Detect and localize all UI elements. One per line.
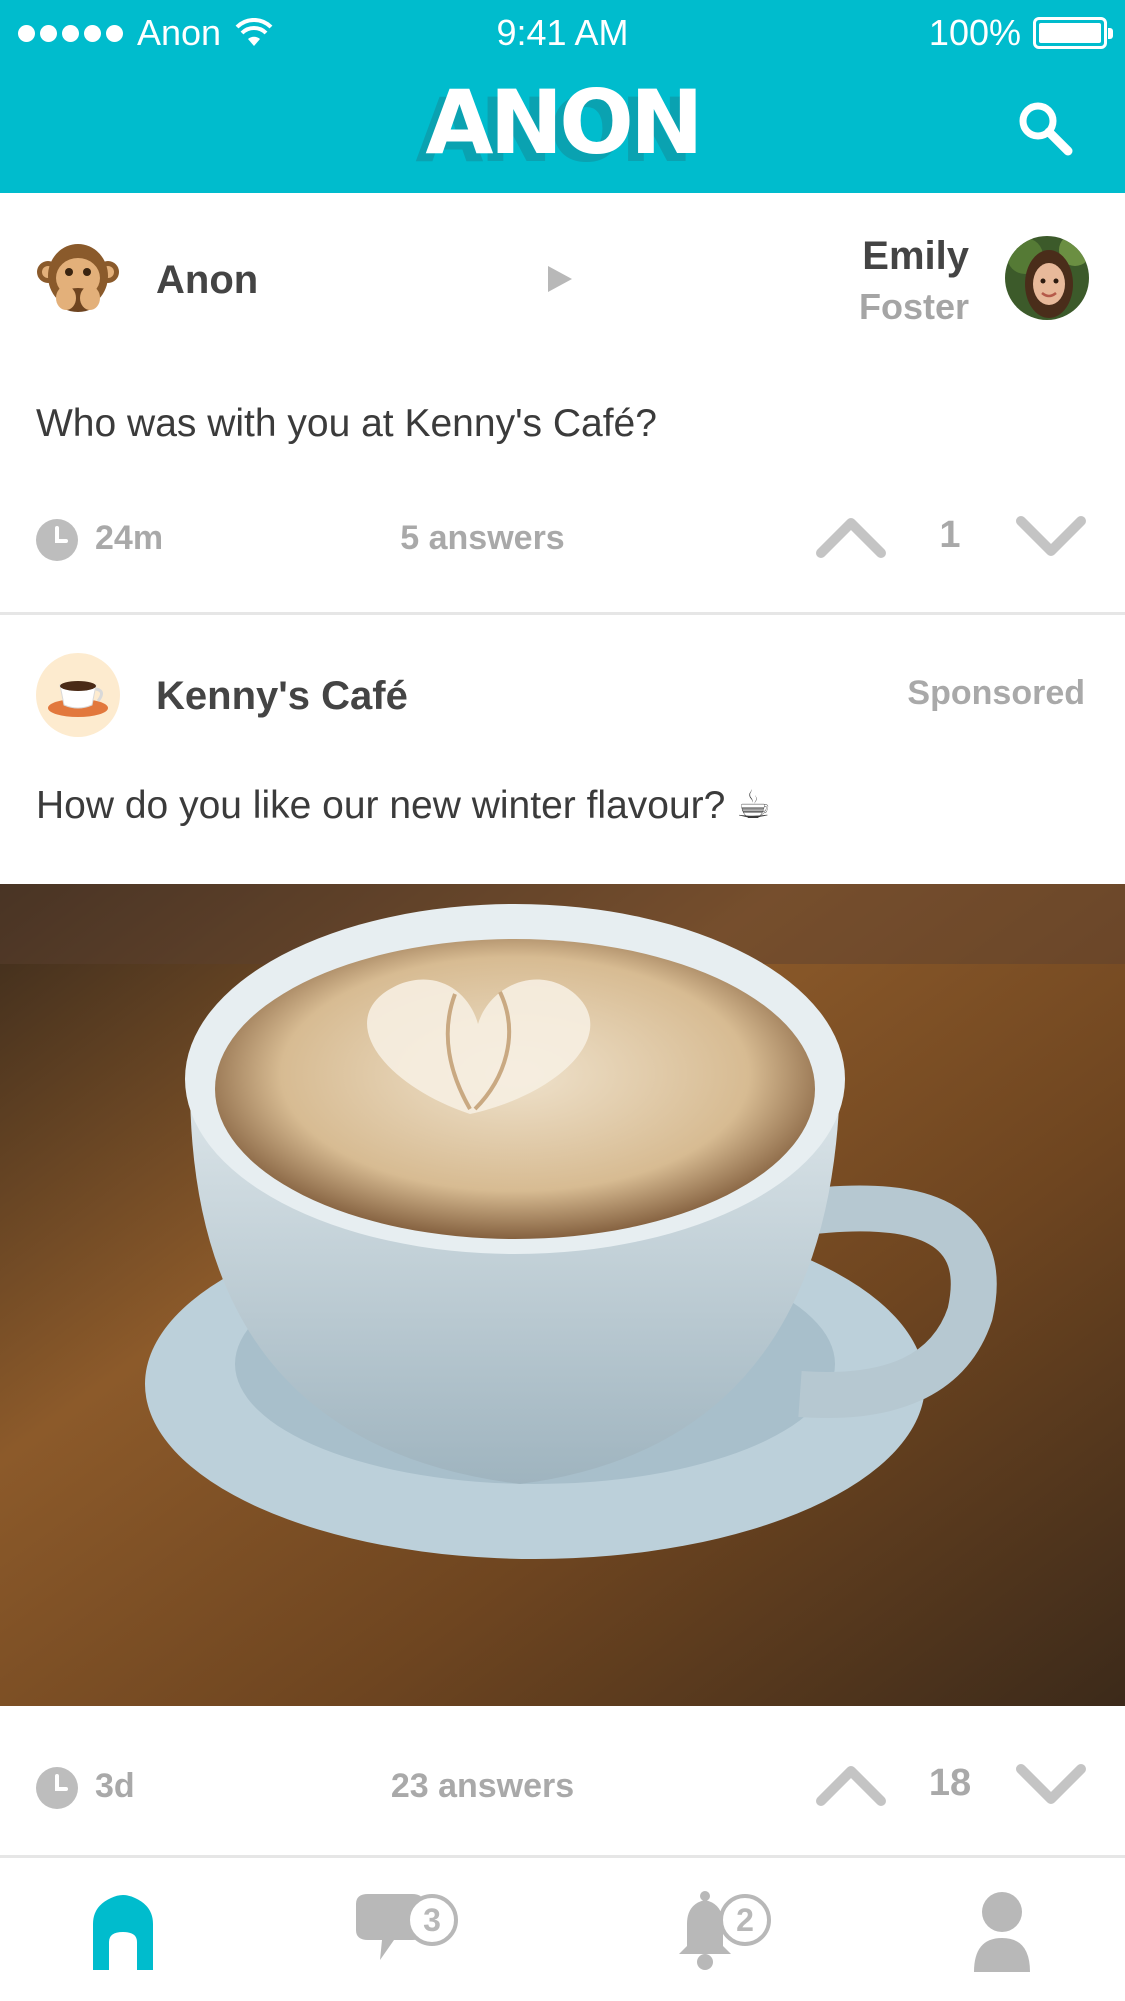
status-bar: Anon 9:41 AM 100% <box>0 0 1125 62</box>
upvote-icon[interactable] <box>815 1761 887 1807</box>
post-image[interactable] <box>0 884 1125 1706</box>
recipient-first-name[interactable]: Emily <box>862 234 969 279</box>
clock-icon <box>36 1767 78 1809</box>
clock-icon <box>36 519 78 561</box>
post-text: Who was with you at Kenny's Café? <box>36 402 657 445</box>
recipient-avatar[interactable] <box>1005 236 1089 320</box>
answers-link[interactable]: 23 answers <box>380 1767 585 1806</box>
notifications-tab[interactable]: 2 <box>665 1886 771 1976</box>
coffee-cup-icon <box>36 653 120 737</box>
post-age: 3d <box>95 1767 135 1805</box>
recipient-last-name[interactable]: Foster <box>859 286 969 328</box>
post-age: 24m <box>95 519 164 557</box>
arrow-right-icon <box>548 266 572 292</box>
post-text: How do you like our new winter flavour? … <box>36 784 772 827</box>
vote-count: 18 <box>928 1762 972 1804</box>
downvote-icon[interactable] <box>1015 513 1087 559</box>
notifications-badge: 2 <box>719 1894 771 1946</box>
messages-tab[interactable]: 3 <box>350 1886 458 1976</box>
battery-icon <box>1033 17 1113 49</box>
vote-count: 1 <box>939 514 961 556</box>
post-meta-row: 24m 5 answers 1 <box>0 500 1125 580</box>
search-icon[interactable] <box>1013 96 1077 160</box>
top-bar: Anon 9:41 AM 100% ANON <box>0 0 1125 193</box>
messages-badge: 3 <box>406 1894 458 1946</box>
sponsor-name[interactable]: Kenny's Café <box>156 674 408 719</box>
post-divider <box>0 612 1125 615</box>
battery-percent: 100% <box>928 12 1021 53</box>
bottom-tab-bar: 3 2 <box>0 1855 1125 2001</box>
profile-tab-icon[interactable] <box>952 1886 1052 1976</box>
answers-link[interactable]: 5 answers <box>380 519 585 558</box>
sponsored-label: Sponsored <box>907 674 1085 712</box>
post-meta-row: 3d 23 answers 18 <box>0 1748 1125 1828</box>
app-logo: ANON <box>425 71 703 174</box>
post-author-name[interactable]: Anon <box>156 258 258 303</box>
home-tab-icon[interactable] <box>73 1886 173 1976</box>
monkey-avatar-icon <box>36 236 120 320</box>
upvote-icon[interactable] <box>815 513 887 559</box>
downvote-icon[interactable] <box>1015 1761 1087 1807</box>
